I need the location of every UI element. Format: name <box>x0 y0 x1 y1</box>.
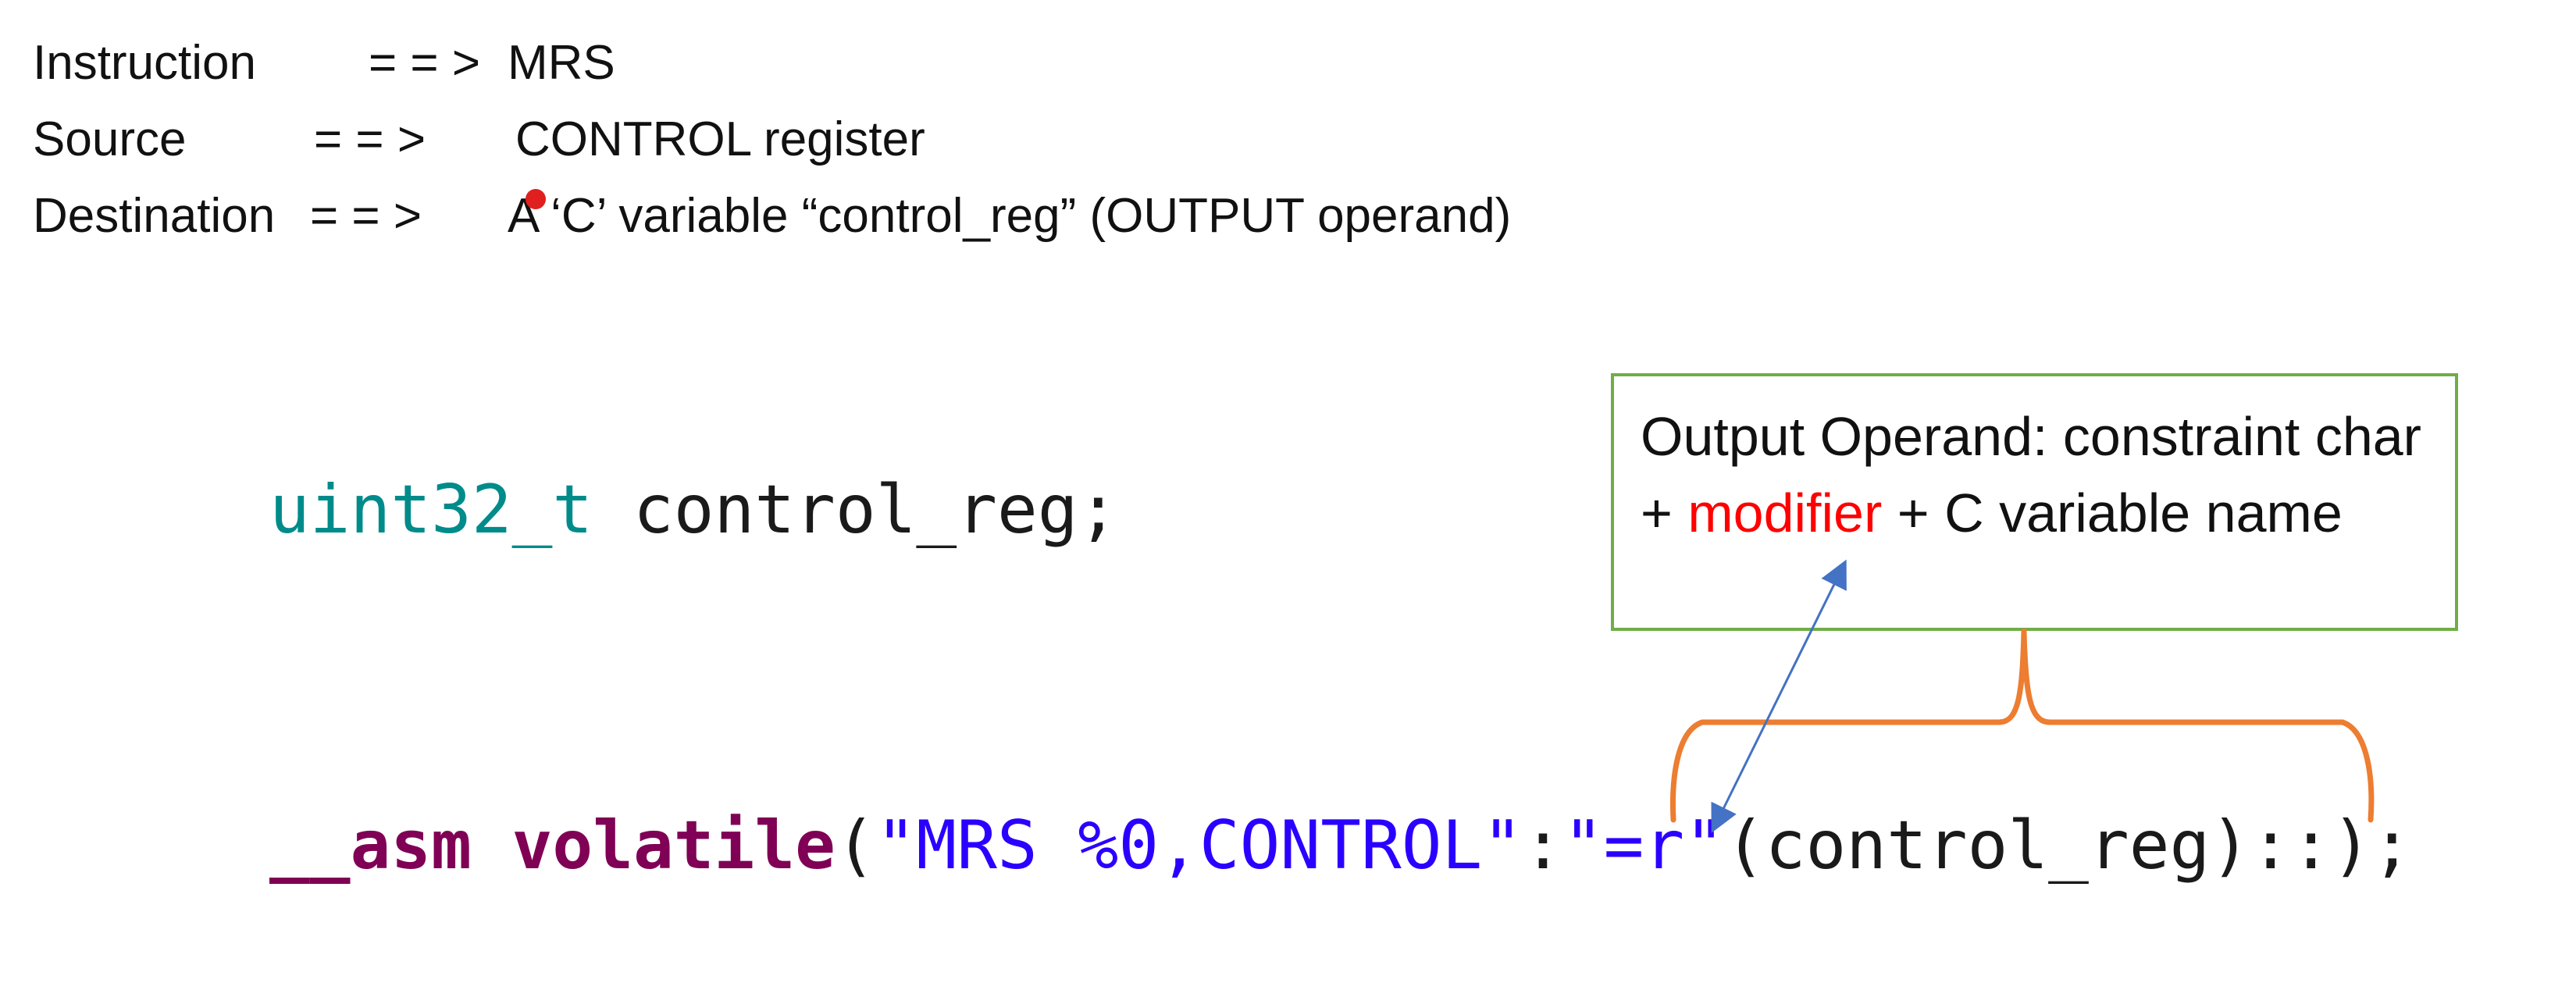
decl-name: control_reg; <box>593 471 1119 549</box>
destination-label: Destination <box>33 189 276 243</box>
source-arrow: = = > <box>314 112 426 166</box>
output-operand-callout: Output Operand: constraint char + modifi… <box>1611 373 2458 631</box>
laser-pointer-dot <box>526 189 546 209</box>
callout-highlight-modifier: modifier <box>1687 483 1883 543</box>
asm-keyword: __asm volatile <box>269 807 836 885</box>
slide: Instruction = = > MRS Source = = > CONTR… <box>0 0 2576 1008</box>
code-declaration: uint32_t control_reg; <box>269 476 1118 543</box>
callout-text-after: + C variable name <box>1882 483 2343 543</box>
asm-output-constraint: "=r" <box>1562 807 1725 885</box>
destination-arrow: = = > <box>310 189 422 243</box>
instruction-arrow: = = > <box>369 36 481 90</box>
asm-open-paren: ( <box>835 807 876 885</box>
decl-type: uint32_t <box>269 471 593 549</box>
source-value: CONTROL register <box>515 112 925 166</box>
output-operand-brace <box>1670 628 2375 823</box>
asm-template-string: "MRS %0,CONTROL" <box>875 807 1523 885</box>
source-label: Source <box>33 112 187 166</box>
instruction-value: MRS <box>508 36 615 90</box>
code-asm-statement: __asm volatile("MRS %0,CONTROL":"=r"(con… <box>269 812 2412 879</box>
asm-colon: : <box>1523 807 1563 885</box>
instruction-label: Instruction <box>33 36 257 90</box>
destination-value: A ‘C’ variable “control_reg” (OUTPUT ope… <box>508 189 1512 243</box>
asm-output-operand: (control_reg)::); <box>1724 807 2413 885</box>
